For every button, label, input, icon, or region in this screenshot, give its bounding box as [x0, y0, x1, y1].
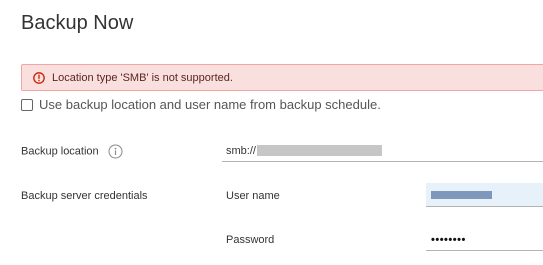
- backup-location-label: Backup location: [21, 145, 99, 158]
- use-schedule-label[interactable]: Use backup location and user name from b…: [39, 97, 381, 112]
- username-input[interactable]: [426, 183, 543, 207]
- error-circle-icon: [33, 71, 45, 84]
- backup-location-label-row: Backup location: [21, 144, 123, 159]
- redacted-username: [431, 190, 492, 199]
- use-schedule-checkbox[interactable]: [21, 98, 33, 111]
- redacted-location-path: [256, 145, 382, 156]
- info-icon[interactable]: [108, 144, 123, 159]
- password-input[interactable]: ••••••••: [426, 229, 543, 251]
- password-label: Password: [226, 234, 275, 246]
- dialog-title: Backup Now: [21, 12, 134, 34]
- password-masked-value: ••••••••: [431, 233, 466, 246]
- backup-location-prefix: smb://: [226, 144, 256, 157]
- credentials-label: Backup server credentials: [21, 190, 148, 202]
- backup-location-input[interactable]: smb://: [222, 140, 543, 162]
- username-label: User name: [226, 190, 280, 202]
- error-alert: Location type 'SMB' is not supported.: [21, 64, 543, 91]
- error-alert-message: Location type 'SMB' is not supported.: [52, 71, 233, 84]
- backup-now-dialog: Backup Now Location type 'SMB' is not su…: [0, 0, 543, 265]
- use-schedule-option[interactable]: Use backup location and user name from b…: [21, 97, 381, 112]
